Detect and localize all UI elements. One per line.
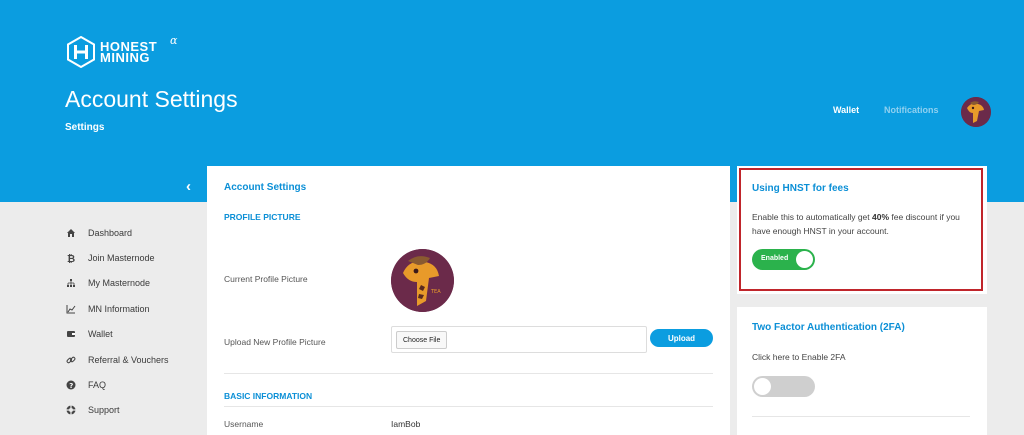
- twofa-toggle[interactable]: [752, 376, 815, 397]
- twofa-description[interactable]: Click here to Enable 2FA: [752, 350, 846, 364]
- upload-button[interactable]: Upload: [650, 329, 713, 347]
- svg-text:?: ?: [69, 382, 73, 390]
- sidebar-item-label: Support: [88, 405, 120, 416]
- profile-avatar: TEA: [391, 249, 454, 312]
- divider: [224, 373, 713, 374]
- file-input[interactable]: Choose File: [391, 326, 647, 353]
- sidebar-nav: Dashboard ₿ Join Masternode My Masternod…: [65, 220, 169, 423]
- divider: [224, 406, 713, 407]
- bitcoin-icon: ₿: [65, 253, 76, 264]
- highlight-box: [739, 168, 983, 291]
- page-title: Account Settings: [65, 86, 238, 112]
- choose-file-button[interactable]: Choose File: [396, 331, 448, 349]
- sidebar-item-dashboard[interactable]: Dashboard: [65, 220, 169, 245]
- username-value: IamBob: [391, 419, 421, 429]
- sidebar-item-label: MN Information: [88, 303, 150, 314]
- brand-wordmark: HONEST MINING: [100, 39, 158, 65]
- profile-picture-section-title: PROFILE PICTURE: [224, 212, 301, 222]
- brand-logo[interactable]: HONEST MINING α: [66, 34, 177, 68]
- link-icon: [65, 354, 76, 365]
- card-title: Account Settings: [224, 182, 307, 193]
- sidebar-item-my-masternode[interactable]: My Masternode: [65, 271, 169, 296]
- lifebuoy-icon: [65, 405, 76, 416]
- chart-icon: [65, 303, 76, 314]
- svg-text:₿: ₿: [67, 253, 75, 263]
- honest-mining-logo-icon: [67, 36, 95, 68]
- username-label: Username: [224, 419, 264, 429]
- current-picture-label: Current Profile Picture: [224, 274, 308, 284]
- question-icon: ?: [65, 380, 76, 391]
- sidebar-item-faq[interactable]: ? FAQ: [65, 372, 169, 397]
- sidebar-item-label: Dashboard: [88, 227, 133, 238]
- sidebar-item-join-masternode[interactable]: ₿ Join Masternode: [65, 245, 169, 270]
- two-factor-card: Two Factor Authentication (2FA) Click he…: [737, 307, 987, 435]
- svg-text:TEA: TEA: [430, 289, 441, 295]
- sidebar-item-support[interactable]: Support: [65, 398, 169, 423]
- sidebar-item-label: FAQ: [88, 380, 107, 391]
- upload-picture-label: Upload New Profile Picture: [224, 337, 326, 347]
- sidebar-item-mn-information[interactable]: MN Information: [65, 296, 169, 321]
- card-title: Two Factor Authentication (2FA): [752, 322, 905, 333]
- sidebar-item-label: Wallet: [88, 329, 113, 340]
- nav-notifications-link[interactable]: Notifications: [884, 105, 939, 115]
- divider: [752, 416, 970, 417]
- toggle-knob: [754, 378, 771, 395]
- nav-wallet-link[interactable]: Wallet: [833, 105, 859, 115]
- user-avatar[interactable]: [961, 97, 991, 127]
- sidebar-item-label: My Masternode: [88, 278, 151, 289]
- sidebar-item-label: Referral & Vouchers: [88, 354, 169, 365]
- basic-information-section-title: BASIC INFORMATION: [224, 391, 313, 401]
- network-icon: [65, 278, 76, 289]
- wallet-icon: [65, 329, 76, 340]
- sidebar-item-referral-vouchers[interactable]: Referral & Vouchers: [65, 347, 169, 372]
- home-icon: [65, 227, 76, 238]
- breadcrumb: Settings: [65, 122, 105, 133]
- sidebar-item-wallet[interactable]: Wallet: [65, 322, 169, 347]
- brand-alpha: α: [170, 34, 178, 47]
- account-settings-card: Account Settings PROFILE PICTURE Current…: [207, 166, 730, 435]
- sidebar-item-label: Join Masternode: [88, 253, 155, 264]
- chevron-left-icon[interactable]: ‹: [186, 178, 191, 195]
